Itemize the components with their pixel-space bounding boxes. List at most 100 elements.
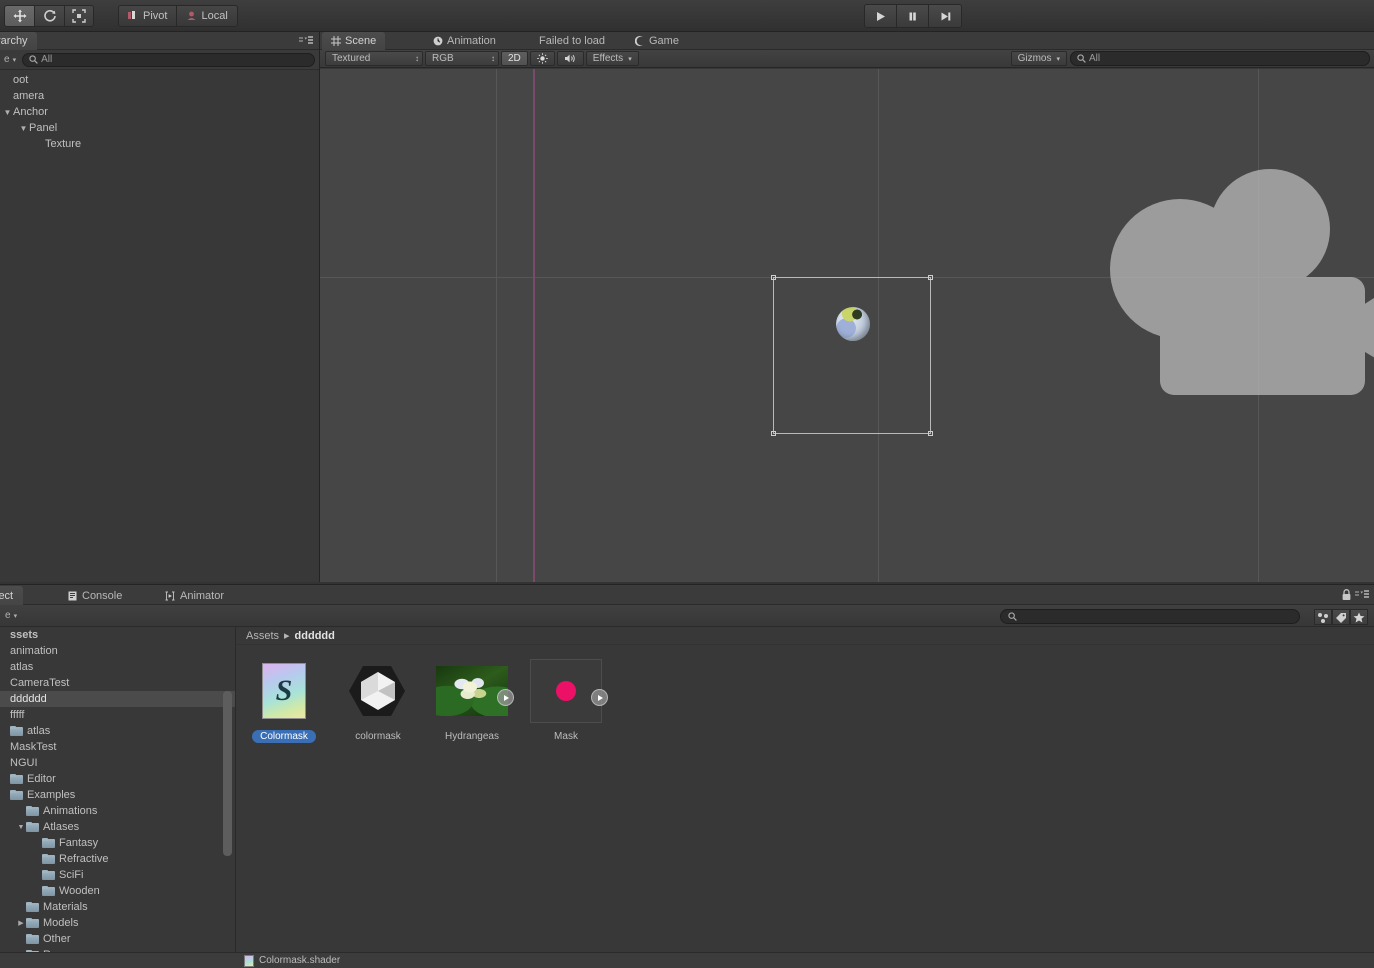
pause-button[interactable]: [897, 5, 929, 27]
disclosure-triangle-icon[interactable]: ▼: [2, 108, 13, 117]
asset-preview-play-button[interactable]: [497, 689, 514, 706]
tab-failed-to-load[interactable]: Failed to load: [530, 32, 614, 50]
selection-handle[interactable]: [928, 275, 933, 280]
pivot-mode-button[interactable]: Pivot: [118, 4, 177, 27]
asset-item[interactable]: Mask: [530, 659, 608, 743]
selection-handle[interactable]: [928, 431, 933, 436]
project-tree-item[interactable]: ▼ Atlases: [0, 819, 235, 835]
tab-hierarchy[interactable]: rarchy: [0, 32, 37, 50]
tab-hierarchy-label: rarchy: [0, 35, 28, 47]
globe-sprite[interactable]: [836, 307, 870, 341]
scene-viewport[interactable]: [320, 69, 1374, 582]
project-create-dropdown[interactable]: e ▾: [5, 610, 17, 621]
disclosure-triangle-icon[interactable]: ▼: [16, 824, 26, 831]
move-tool-button[interactable]: [4, 4, 34, 27]
lock-icon[interactable]: [1341, 589, 1352, 601]
disclosure-triangle-icon[interactable]: ▼: [18, 124, 29, 133]
asset-item[interactable]: Hydrangeas: [436, 659, 514, 743]
toggle-2d-button[interactable]: 2D: [501, 51, 528, 66]
selection-handle[interactable]: [771, 431, 776, 436]
play-button[interactable]: [865, 5, 897, 27]
project-tree-item[interactable]: CameraTest: [0, 675, 235, 691]
project-options-icon[interactable]: [1355, 590, 1369, 600]
draw-mode-dropdown[interactable]: Textured ↕: [325, 51, 423, 66]
hierarchy-item[interactable]: amera: [0, 88, 319, 104]
project-tree-item[interactable]: ssets: [0, 627, 235, 643]
project-tree-item[interactable]: Editor: [0, 771, 235, 787]
space-mode-button[interactable]: Local: [176, 4, 238, 27]
hierarchy-item[interactable]: ▼ Anchor: [0, 104, 319, 120]
project-tree-item[interactable]: dddddd: [0, 691, 235, 707]
hierarchy-search-input[interactable]: All: [22, 52, 315, 67]
hierarchy-item[interactable]: ▼ Panel: [0, 120, 319, 136]
project-tree-item[interactable]: Materials: [0, 899, 235, 915]
asset-grid: S Colormask colormask Hydrangeas Mask: [236, 645, 1374, 743]
tab-animation[interactable]: Animation: [424, 32, 505, 50]
asset-thumbnail[interactable]: [436, 659, 508, 723]
project-tree-label: CameraTest: [10, 677, 70, 689]
tab-animator[interactable]: Animator: [155, 586, 234, 605]
project-tree-item[interactable]: SciFi: [0, 867, 235, 883]
unity-prefab-icon: [349, 666, 405, 716]
tab-scene[interactable]: Scene: [322, 32, 386, 50]
gizmos-dropdown[interactable]: Gizmos ▾: [1010, 51, 1067, 66]
scrollbar-thumb[interactable]: [223, 691, 232, 856]
project-tree-label: SciFi: [59, 869, 84, 881]
project-tree-label: Animations: [43, 805, 98, 817]
label-filter-icon: [1336, 612, 1346, 623]
hierarchy-item[interactable]: oot: [0, 72, 319, 88]
project-tabbar: ject Console Animator: [0, 585, 1374, 605]
project-tree-item[interactable]: atlas: [0, 723, 235, 739]
breadcrumb-root[interactable]: Assets: [246, 630, 279, 642]
folder-icon: [10, 774, 23, 784]
scale-tool-button[interactable]: [64, 4, 94, 27]
project-tree-item[interactable]: ▶ Models: [0, 915, 235, 931]
label-filter-button[interactable]: [1332, 609, 1350, 625]
scene-audio-button[interactable]: [556, 51, 584, 66]
folder-icon: [10, 790, 23, 800]
hierarchy-item[interactable]: Texture: [0, 136, 319, 152]
project-tree-scrollbar[interactable]: [222, 631, 233, 948]
tab-label: Animator: [180, 589, 225, 602]
gizmos-label: Gizmos: [1017, 53, 1052, 64]
project-tree-item[interactable]: fffff: [0, 707, 235, 723]
project-tree-item[interactable]: Other: [0, 931, 235, 947]
asset-thumbnail[interactable]: [342, 659, 414, 723]
project-search-input[interactable]: [1000, 609, 1300, 624]
project-tree-item[interactable]: MaskTest: [0, 739, 235, 755]
color-mode-dropdown[interactable]: RGB ↕: [425, 51, 499, 66]
scene-lighting-button[interactable]: [529, 51, 555, 66]
type-filter-button[interactable]: [1314, 609, 1332, 625]
favorite-filter-button[interactable]: [1350, 609, 1368, 625]
project-tree-item[interactable]: Fantasy: [0, 835, 235, 851]
asset-thumbnail[interactable]: S: [248, 659, 320, 723]
folder-icon: [42, 886, 55, 896]
pivot-label: Pivot: [143, 9, 168, 22]
project-tree-item[interactable]: Examples: [0, 787, 235, 803]
project-folder-tree[interactable]: ssets animation atlas CameraTest dddddd fffff…: [0, 627, 236, 952]
selection-handle[interactable]: [771, 275, 776, 280]
project-tree-item[interactable]: atlas: [0, 659, 235, 675]
project-tree-item[interactable]: Refractive: [0, 851, 235, 867]
tab-ject[interactable]: ject: [0, 586, 24, 605]
favorite-icon: [1353, 612, 1365, 622]
step-button[interactable]: [929, 5, 961, 27]
asset-thumbnail[interactable]: [530, 659, 602, 723]
scene-effects-dropdown[interactable]: Effects ▾: [585, 51, 639, 66]
hierarchy-options-icon[interactable]: [299, 36, 313, 46]
project-tree-item[interactable]: NGUI: [0, 755, 235, 771]
tab-console[interactable]: Console: [58, 586, 132, 605]
rotate-tool-button[interactable]: [34, 4, 64, 27]
asset-preview-play-button[interactable]: [591, 689, 608, 706]
gizmo-search-input[interactable]: All: [1070, 51, 1370, 66]
disclosure-triangle-icon[interactable]: ▶: [16, 919, 26, 927]
asset-item[interactable]: colormask: [342, 659, 414, 743]
project-tree-item[interactable]: Wooden: [0, 883, 235, 899]
chevron-updown-icon: ↕: [415, 54, 419, 63]
project-tree-item[interactable]: Animations: [0, 803, 235, 819]
folder-icon: [26, 806, 39, 816]
tab-game[interactable]: Game: [626, 32, 688, 50]
asset-item[interactable]: S Colormask: [248, 659, 320, 743]
project-tree-item[interactable]: animation: [0, 643, 235, 659]
create-dropdown[interactable]: e ▾: [4, 54, 16, 65]
